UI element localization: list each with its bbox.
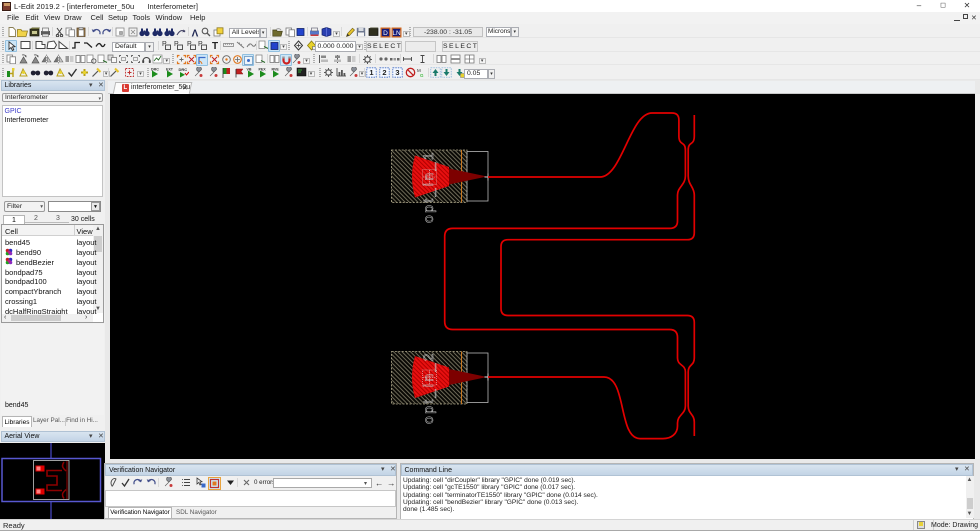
- svg-text:opt_in_1: opt_in_1: [420, 150, 436, 223]
- svg-text:T: T: [212, 41, 218, 51]
- svg-text:PEX: PEX: [259, 68, 267, 72]
- svg-text:VB: VB: [246, 68, 251, 72]
- svg-text:RVE: RVE: [271, 68, 279, 72]
- svg-text:2: 2: [382, 68, 386, 77]
- svg-text:P: P: [198, 41, 203, 48]
- svg-text:1: 1: [369, 68, 373, 77]
- svg-text:Λ: Λ: [192, 28, 199, 38]
- svg-text:EXT: EXT: [166, 68, 174, 72]
- svg-text:3: 3: [395, 68, 399, 77]
- svg-text:opt_in_2: opt_in_2: [420, 351, 436, 424]
- svg-text:P: P: [187, 41, 192, 48]
- svg-text:LN: LN: [393, 30, 402, 37]
- svg-text:P: P: [174, 41, 179, 48]
- svg-text:G: G: [420, 73, 424, 78]
- svg-text:D: D: [383, 30, 388, 37]
- svg-text:DRC: DRC: [179, 67, 188, 72]
- svg-text:DRC: DRC: [151, 68, 159, 72]
- svg-text:P: P: [162, 41, 167, 48]
